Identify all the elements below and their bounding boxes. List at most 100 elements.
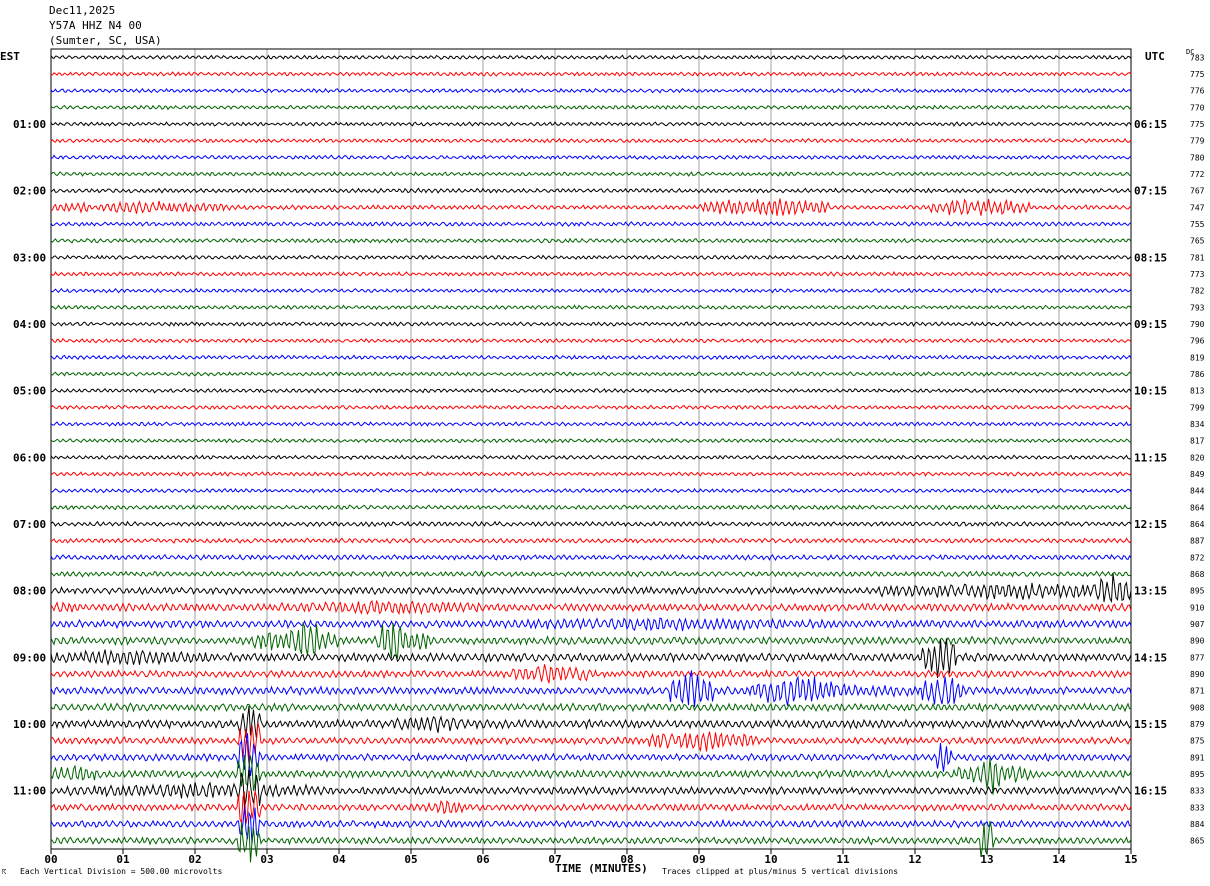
dc-offset-label: 895 [1190,587,1205,596]
dc-offset-label: 907 [1190,620,1205,629]
left-hour-label: 01:00 [13,118,46,131]
x-tick-label: 09 [692,853,705,866]
seismic-trace [50,820,1132,863]
left-hour-label: 10:00 [13,718,46,731]
x-axis-title: TIME (MINUTES) [555,862,648,875]
seismic-trace [50,321,1132,328]
left-hour-label: 11:00 [13,785,46,798]
x-tick-label: 11 [836,853,850,866]
dc-offset-label: 879 [1190,720,1205,729]
seismic-trace [50,573,1132,603]
x-tick-label: 10 [764,853,777,866]
dc-offset-label: 834 [1190,420,1205,429]
dc-offset-label: 887 [1190,537,1205,546]
dc-offset-label: 820 [1190,453,1205,462]
seismic-trace [50,537,1132,544]
dc-offset-label: 910 [1190,603,1205,612]
dc-offset-label: 875 [1190,737,1205,746]
seismic-trace [50,87,1132,94]
x-tick-label: 02 [188,853,201,866]
right-hour-label: 16:15 [1134,785,1167,798]
dc-offset-label: 747 [1190,203,1205,212]
plot-frame [50,48,1132,850]
dc-offset-label: 890 [1190,670,1205,679]
right-hour-label: 11:15 [1134,451,1167,464]
dc-offset-label: 908 [1190,703,1205,712]
dc-offset-label: 844 [1190,487,1205,496]
x-tick-label: 15 [1124,853,1137,866]
left-hour-label: 03:00 [13,251,46,264]
seismic-trace [50,54,1132,61]
right-hour-label: 12:15 [1134,518,1167,531]
dc-offset-label: 833 [1190,803,1205,812]
dc-offset-label: 765 [1190,237,1205,246]
seismic-trace [50,104,1132,111]
dc-offset-label: 871 [1190,687,1205,696]
left-hour-label: 09:00 [13,651,46,664]
dc-offset-label: 819 [1190,353,1205,362]
dc-offset-label: 772 [1190,170,1205,179]
dc-offset-label: 796 [1190,337,1205,346]
seismic-trace [50,171,1132,177]
dc-offset-label: 780 [1190,153,1205,162]
right-hour-label: 08:15 [1134,251,1167,264]
right-hour-label: 15:15 [1134,718,1167,731]
dc-offset-label: 865 [1190,837,1205,846]
x-tick-label: 00 [44,853,57,866]
seismic-trace [50,553,1132,562]
seismic-trace [50,304,1132,311]
seismic-trace [50,806,1132,845]
seismic-trace [50,237,1132,244]
seismic-trace [50,337,1132,344]
x-tick-label: 05 [404,853,417,866]
dc-offset-label: 884 [1190,820,1205,829]
dc-offset-label: 877 [1190,653,1205,662]
x-tick-label: 03 [260,853,273,866]
seismic-trace [50,254,1132,261]
seismic-trace [50,599,1132,616]
x-tick-label: 13 [980,853,993,866]
dc-offset-label: 895 [1190,770,1205,779]
helicorder-plot: 783 775 776 770 775 779 780 772 767 747 755 765 781 7… [13,48,1205,866]
left-hour-label: 07:00 [13,518,46,531]
seismic-trace [50,187,1132,194]
dc-offset-label: 776 [1190,87,1205,96]
seismic-trace [50,617,1132,632]
seismic-trace [50,664,1132,684]
dc-offset-label: 781 [1190,253,1205,262]
right-hour-label: 13:15 [1134,585,1167,598]
seismic-trace [50,421,1132,427]
dc-offset-label: 799 [1190,403,1205,412]
logo-icon: ☈ [2,868,7,876]
seismic-trace [50,270,1132,277]
seismic-trace [50,371,1132,377]
dc-offset-label: 890 [1190,637,1205,646]
seismic-trace [50,504,1132,511]
x-tick-label: 04 [332,853,346,866]
seismic-trace [50,570,1132,578]
seismic-trace [50,705,1132,739]
dc-offset-label: 755 [1190,220,1205,229]
seismic-trace [50,354,1132,361]
seismic-trace [50,621,1132,659]
dc-offset-label: 767 [1190,187,1205,196]
left-hour-label: 04:00 [13,318,46,331]
seismic-trace [50,404,1132,411]
seismic-trace [50,121,1132,127]
seismic-trace [50,387,1132,394]
right-hour-label: 07:15 [1134,185,1167,198]
seismic-trace [50,137,1132,144]
dc-offset-label: 783 [1190,53,1205,62]
dc-offset-label: 833 [1190,787,1205,796]
clip-note: Traces clipped at plus/minus 5 vertical … [662,867,899,876]
dc-offset-label: 790 [1190,320,1205,329]
dc-offset-label: 868 [1190,570,1205,579]
dc-offset-label: 864 [1190,503,1205,512]
seismic-trace [50,437,1132,444]
seismic-trace [50,520,1132,528]
dc-offset-label: 775 [1190,70,1205,79]
seismic-trace [50,220,1132,227]
seismic-trace [50,471,1132,477]
right-hour-label: 14:15 [1134,651,1167,664]
dc-offset-label: 872 [1190,553,1205,562]
